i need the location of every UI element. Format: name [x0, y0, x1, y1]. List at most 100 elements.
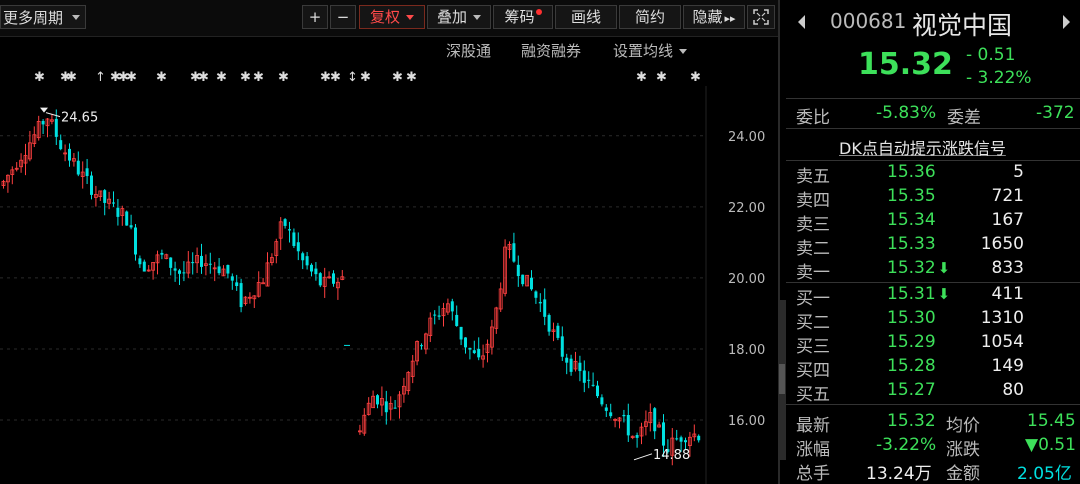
- bids-level-price[interactable]: 15.28: [887, 356, 938, 376]
- candle-body: [521, 274, 525, 285]
- candle-body: [626, 415, 630, 436]
- zoom-out-button[interactable]: −: [330, 5, 356, 29]
- event-marker-icon[interactable]: ✱: [253, 70, 264, 85]
- event-marker-icon[interactable]: ↑: [95, 70, 106, 85]
- draw-line-button[interactable]: 画线: [555, 5, 617, 29]
- weicha-label: 委差: [947, 108, 981, 128]
- zoom-in-button[interactable]: +: [302, 5, 328, 29]
- event-marker-icon[interactable]: ✱: [392, 70, 403, 85]
- candle-body: [292, 232, 296, 246]
- candle-body: [235, 282, 239, 287]
- ma-settings-button[interactable]: 设置均线: [613, 40, 688, 61]
- asks-level-price[interactable]: 15.35: [887, 186, 938, 206]
- notification-dot-icon: [535, 9, 542, 15]
- candle-body: [565, 357, 569, 363]
- event-marker-icon[interactable]: ↕: [347, 70, 358, 85]
- candle-body: [622, 414, 626, 417]
- event-marker-icon[interactable]: ✱: [690, 70, 701, 85]
- candle-body: [437, 315, 441, 317]
- price-text: 15.29: [887, 332, 936, 352]
- candle-body: [283, 219, 287, 226]
- margin-trading-link[interactable]: 融资融券: [521, 40, 581, 61]
- candle-body: [226, 264, 230, 274]
- amount-label: 金额: [946, 464, 980, 484]
- event-marker-icon[interactable]: ✱: [198, 70, 209, 85]
- asks-level-price[interactable]: 15.33: [887, 234, 938, 254]
- prev-stock-icon[interactable]: [796, 14, 806, 30]
- event-marker-icon[interactable]: ✱: [240, 70, 251, 85]
- candle-body: [178, 270, 181, 274]
- bids-level-price[interactable]: 15.30: [887, 308, 938, 328]
- asks-level-price[interactable]: 15.32 ⬇: [887, 258, 950, 278]
- dk-signal-link[interactable]: DK点自动提示涨跌信号: [839, 135, 1006, 159]
- candle-body: [129, 225, 133, 228]
- chevron-down-icon: [473, 15, 481, 20]
- candle-body: [239, 283, 243, 308]
- fullscreen-icon: [753, 9, 769, 25]
- y-tick-label: 20.00: [728, 272, 765, 287]
- candle-body: [116, 207, 120, 217]
- next-stock-icon[interactable]: [1062, 14, 1072, 30]
- event-marker-icon[interactable]: ✱: [330, 70, 341, 85]
- candle-body: [662, 422, 665, 446]
- ma-settings-label: 设置均线: [613, 42, 674, 60]
- bids-level-price[interactable]: 15.27: [887, 380, 938, 400]
- chips-button[interactable]: 筹码: [493, 5, 553, 29]
- bids-level-label: 买三: [796, 337, 830, 357]
- weibi-label: 委比: [796, 108, 830, 128]
- candle-body: [169, 257, 173, 268]
- bids-level-volume: 411: [991, 284, 1024, 304]
- event-marker-icon[interactable]: ✱: [656, 70, 667, 85]
- candle-body: [420, 345, 423, 347]
- event-marker-icon[interactable]: ✱: [360, 70, 371, 85]
- candle-body: [591, 384, 595, 386]
- asks-level-price[interactable]: 15.36: [887, 162, 938, 182]
- price-change-pct: - 3.22%: [966, 68, 1032, 88]
- asks-level-label: 卖四: [796, 191, 830, 211]
- bids-level-label: 买一: [796, 289, 830, 309]
- event-marker-icon[interactable]: ✱: [156, 70, 167, 85]
- fuquan-dropdown[interactable]: 复权: [359, 5, 425, 29]
- fullscreen-button[interactable]: [747, 5, 775, 29]
- price-text: 15.33: [887, 234, 936, 254]
- candle-body: [569, 358, 573, 372]
- event-marker-icon[interactable]: ✱: [636, 70, 647, 85]
- bids-level-price[interactable]: 15.31 ⬇: [887, 284, 950, 304]
- asks-level-label: 卖三: [796, 215, 830, 235]
- asks-level-price[interactable]: 15.34: [887, 210, 938, 230]
- event-marker-icon[interactable]: ✱: [126, 70, 137, 85]
- simple-mode-button[interactable]: 简约: [619, 5, 681, 29]
- pct-label: 涨幅: [796, 440, 830, 460]
- scrollbar-grip[interactable]: [779, 364, 785, 394]
- event-marker-icon[interactable]: ✱: [216, 70, 227, 85]
- candle-body: [288, 229, 291, 231]
- event-marker-icon[interactable]: ✱: [278, 70, 289, 85]
- bids-level-label: 买五: [796, 385, 830, 405]
- event-marker-icon[interactable]: ✱: [34, 70, 45, 85]
- latest-label: 最新: [796, 416, 830, 436]
- event-marker-icon[interactable]: ✱: [66, 70, 77, 85]
- hk-connect-link[interactable]: 深股通: [446, 40, 491, 61]
- overlay-dropdown[interactable]: 叠加: [427, 5, 491, 29]
- amount-value: 2.05亿: [1017, 464, 1072, 484]
- candle-body: [543, 299, 547, 317]
- price-change: - 0.51: [966, 45, 1016, 65]
- candle-body: [393, 407, 397, 409]
- candle-body: [587, 379, 591, 381]
- candle-body: [582, 370, 586, 383]
- candle-body: [85, 168, 89, 177]
- period-dropdown[interactable]: 更多周期: [0, 5, 86, 29]
- bids-level-label: 买四: [796, 361, 830, 381]
- price-text: 15.31: [887, 284, 936, 304]
- asks-level-label: 卖五: [796, 167, 830, 187]
- divider: [786, 160, 1080, 161]
- candle-body: [464, 337, 467, 348]
- hide-button[interactable]: 隐藏 ▸▸: [683, 5, 745, 29]
- candle-body: [310, 264, 313, 272]
- down-arrow-icon: ⬇: [937, 259, 951, 277]
- candlestick-chart[interactable]: 24.00 22.00 20.00 18.00 16.00 24.65 14.88: [0, 86, 778, 484]
- chg-label: 涨跌: [946, 440, 980, 460]
- candle-body: [468, 347, 472, 350]
- bids-level-price[interactable]: 15.29: [887, 332, 938, 352]
- event-marker-icon[interactable]: ✱: [406, 70, 417, 85]
